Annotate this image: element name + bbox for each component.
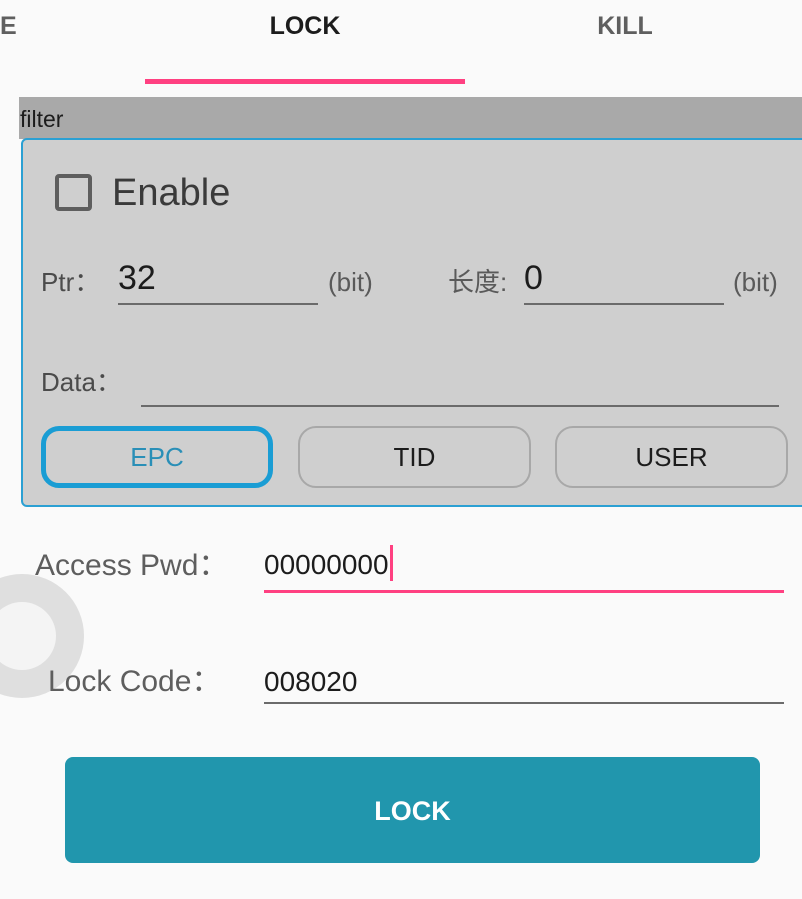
filter-panel: Enable Ptr： 32 (bit) 长度: 0 (bit) Data： E… (21, 138, 802, 507)
text-cursor (389, 545, 393, 581)
filter-header: filter (19, 97, 802, 139)
lock-code-label: Lock Code： (48, 665, 222, 698)
data-input[interactable] (141, 355, 779, 407)
lock-code-input[interactable]: 008020 (264, 657, 784, 704)
ptr-unit-label: (bit) (328, 267, 373, 297)
bank-epc-button[interactable]: EPC (41, 426, 273, 488)
lock-screen: E LOCK KILL filter Enable Ptr： 32 (bit) … (0, 0, 802, 899)
enable-label[interactable]: Enable (112, 170, 230, 216)
access-pwd-value: 00000000 (264, 549, 389, 580)
data-label: Data： (41, 367, 122, 397)
length-label: 长度: (448, 267, 508, 297)
lock-button[interactable]: LOCK (65, 757, 760, 863)
ptr-label: Ptr： (41, 267, 101, 297)
bank-tid-button[interactable]: TID (298, 426, 531, 488)
length-unit-label: (bit) (733, 267, 778, 297)
tab-kill[interactable]: KILL (465, 8, 785, 48)
bank-user-button[interactable]: USER (555, 426, 788, 488)
enable-checkbox[interactable] (55, 174, 92, 211)
access-pwd-input[interactable]: 00000000 (264, 540, 784, 593)
tab-indicator (145, 79, 465, 84)
floating-handle-center (0, 602, 56, 670)
access-pwd-label: Access Pwd： (35, 549, 229, 582)
length-input[interactable]: 0 (524, 253, 724, 305)
tab-write[interactable]: E (0, 8, 28, 48)
ptr-input[interactable]: 32 (118, 253, 318, 305)
tab-lock[interactable]: LOCK (145, 8, 465, 48)
